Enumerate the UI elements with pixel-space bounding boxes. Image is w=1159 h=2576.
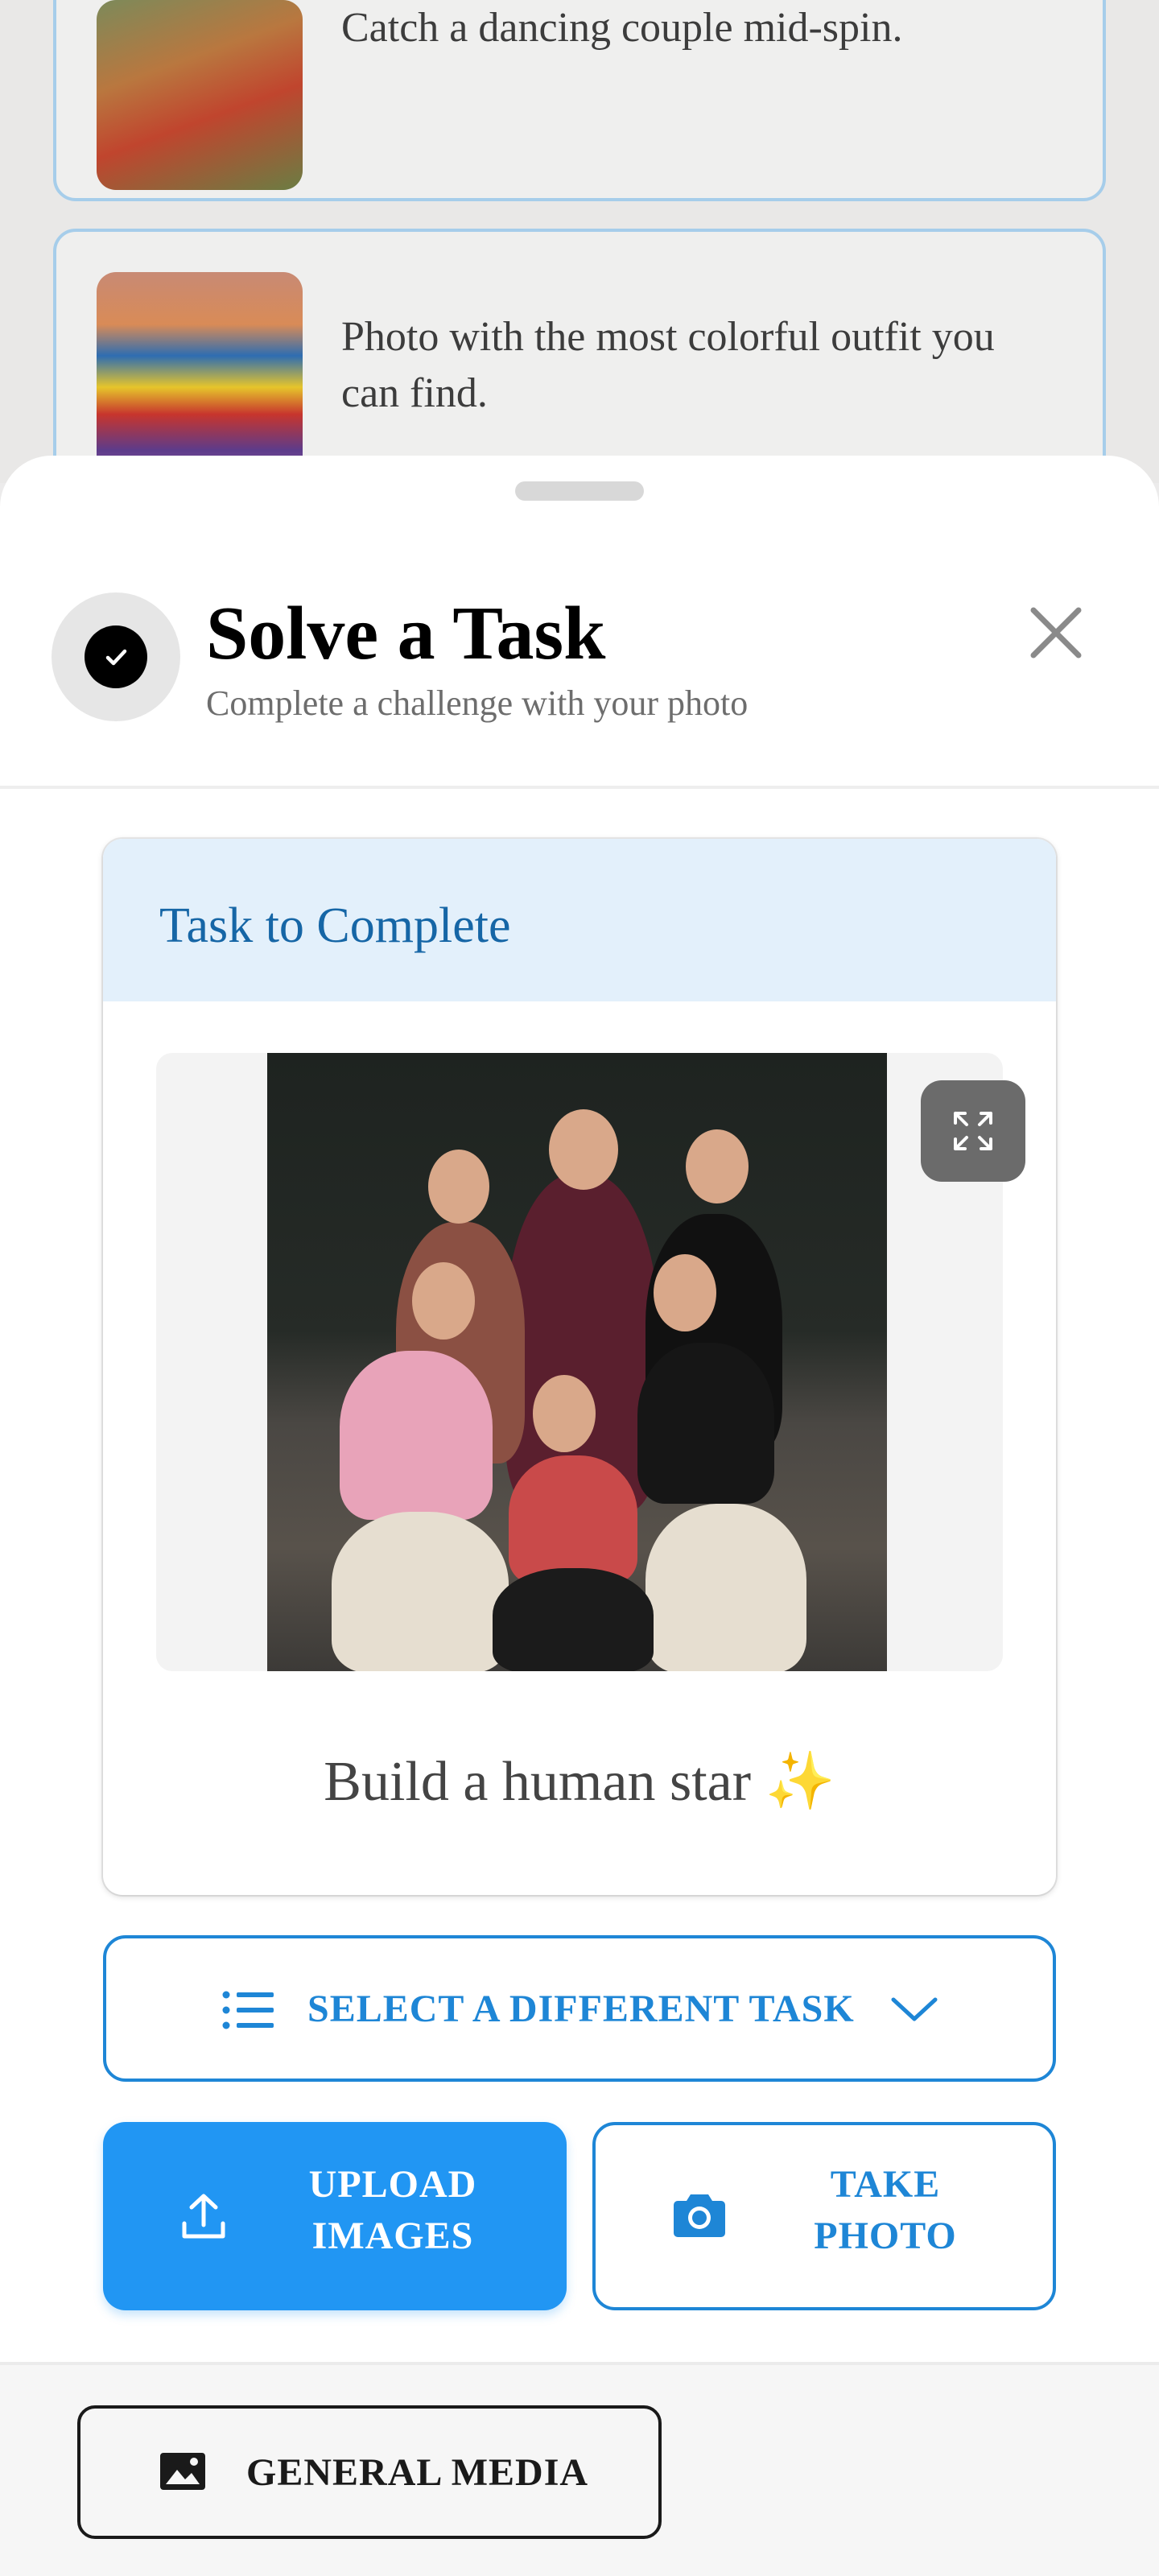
list-icon xyxy=(222,1991,274,2029)
task-list-item[interactable]: Photo with the most colorful outfit you … xyxy=(53,229,1106,486)
take-photo-label: TAKE PHOTO xyxy=(814,2163,957,2257)
task-list-item[interactable]: Catch a dancing couple mid-spin. xyxy=(53,0,1106,201)
task-list-item-text: Photo with the most colorful outfit you … xyxy=(341,314,995,416)
header-divider xyxy=(0,786,1159,789)
image-icon xyxy=(160,2453,205,2490)
task-thumbnail xyxy=(97,0,303,190)
camera-icon xyxy=(674,2194,725,2237)
task-list-background: Catch a dancing couple mid-spin. Photo w… xyxy=(0,0,1159,486)
task-example-image[interactable] xyxy=(267,1053,887,1671)
solve-task-sheet: Solve a Task Complete a challenge with y… xyxy=(0,456,1159,2576)
expand-icon[interactable] xyxy=(921,1080,1025,1182)
task-card-title: Task to Complete xyxy=(159,898,511,953)
sheet-drag-handle[interactable] xyxy=(515,481,644,501)
close-icon[interactable] xyxy=(1022,599,1090,667)
chevron-down-icon xyxy=(891,1997,938,2021)
task-description: Build a human star ✨ xyxy=(103,1747,1056,1816)
general-media-label: GENERAL MEDIA xyxy=(246,2451,589,2494)
sparkles-icon: ✨ xyxy=(765,1748,835,1814)
take-photo-button[interactable]: TAKE PHOTO xyxy=(592,2122,1056,2310)
upload-icon xyxy=(182,2194,225,2239)
task-image-container xyxy=(156,1053,1025,1671)
task-text: Build a human star xyxy=(324,1751,752,1813)
upload-images-button[interactable]: UPLOAD IMAGES xyxy=(103,2122,567,2310)
task-list-item-text: Catch a dancing couple mid-spin. xyxy=(341,5,903,51)
task-thumbnail xyxy=(97,272,303,481)
task-card-header: Task to Complete xyxy=(103,839,1056,1001)
select-different-task-button[interactable]: SELECT A DIFFERENT TASK xyxy=(103,1935,1056,2082)
general-media-button[interactable]: GENERAL MEDIA xyxy=(77,2405,662,2539)
check-circle-icon xyxy=(52,592,180,721)
task-card: Task to Complete Build a human star ✨ xyxy=(103,839,1056,1895)
sheet-title: Solve a Task xyxy=(206,592,606,675)
sheet-subtitle: Complete a challenge with your photo xyxy=(206,683,749,723)
sheet-footer: GENERAL MEDIA xyxy=(0,2362,1159,2576)
select-task-label: SELECT A DIFFERENT TASK xyxy=(307,1988,855,2030)
upload-images-label: UPLOAD IMAGES xyxy=(308,2163,477,2257)
